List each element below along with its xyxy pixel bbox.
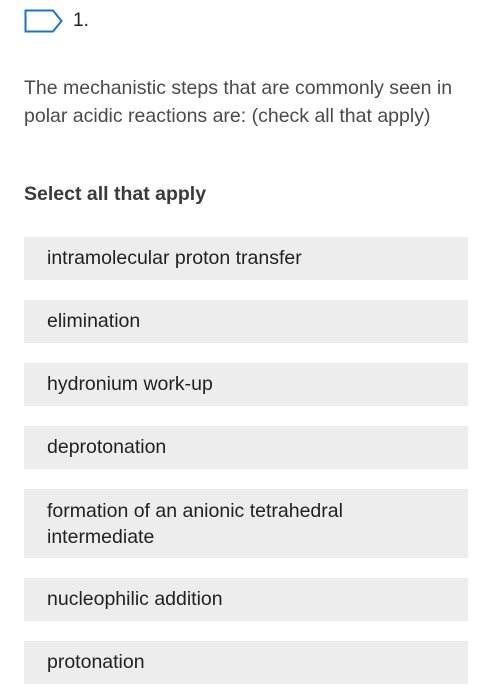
option-elimination[interactable]: elimination [24, 300, 468, 343]
option-protonation[interactable]: protonation [24, 641, 468, 684]
question-header: 1. [24, 8, 89, 34]
option-anionic-tetrahedral-intermediate[interactable]: formation of an anionic tetrahedral inte… [24, 489, 468, 558]
option-hydronium-work-up[interactable]: hydronium work-up [24, 363, 468, 406]
option-intramolecular-proton-transfer[interactable]: intramolecular proton transfer [24, 237, 468, 280]
answer-options-list: intramolecular proton transfer eliminati… [24, 237, 468, 700]
option-deprotonation[interactable]: deprotonation [24, 426, 468, 469]
question-number: 1. [73, 10, 89, 31]
question-prompt: The mechanistic steps that are commonly … [24, 77, 453, 127]
flag-icon[interactable] [24, 8, 64, 34]
select-instruction: Select all that apply [24, 183, 207, 205]
option-nucleophilic-addition[interactable]: nucleophilic addition [24, 578, 468, 621]
